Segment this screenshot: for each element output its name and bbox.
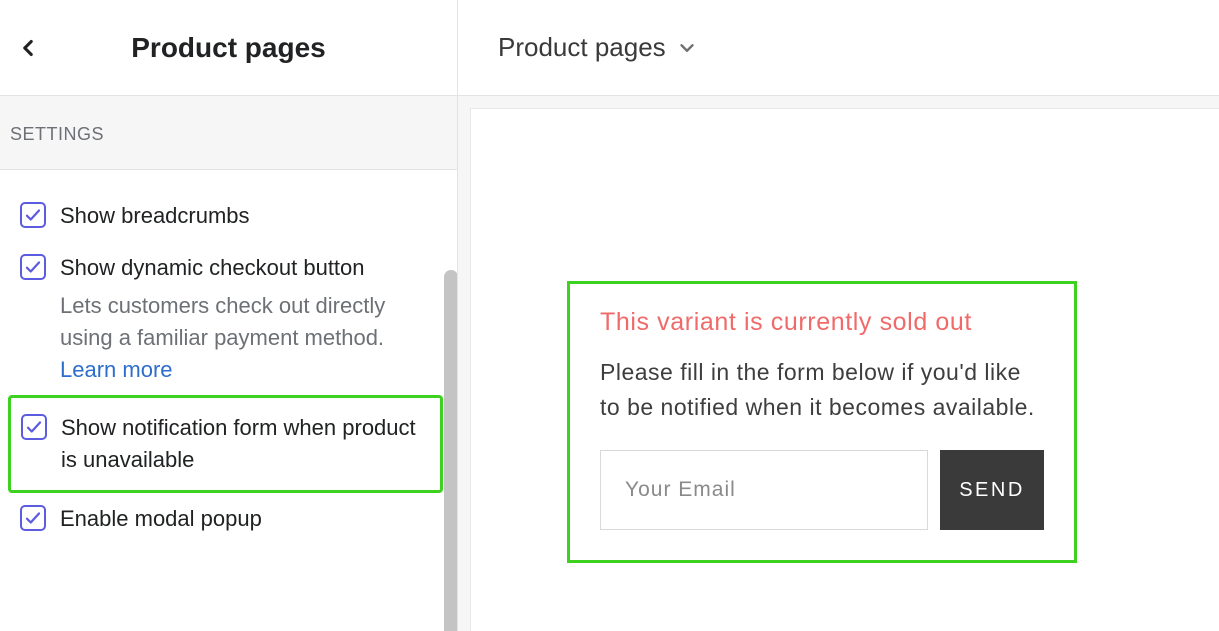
- setting-show-breadcrumbs[interactable]: Show breadcrumbs: [18, 190, 447, 242]
- chevron-left-icon: [15, 35, 41, 61]
- settings-section-label: SETTINGS: [0, 96, 457, 170]
- template-dropdown[interactable]: Product pages: [498, 32, 698, 63]
- notify-form: SEND: [600, 450, 1044, 530]
- checkbox-icon[interactable]: [21, 414, 47, 440]
- notify-email-input[interactable]: [600, 450, 928, 530]
- setting-label: Show notification form when product is u…: [61, 412, 438, 476]
- setting-description: Lets customers check out directly using …: [60, 290, 437, 386]
- preview-body: This variant is currently sold out Pleas…: [458, 96, 1219, 631]
- app-root: Product pages SETTINGS Show breadcrumbs …: [0, 0, 1219, 631]
- setting-label: Enable modal popup: [60, 503, 443, 535]
- setting-dynamic-checkout[interactable]: Show dynamic checkout button Lets custom…: [18, 242, 447, 396]
- chevron-down-icon: [676, 37, 698, 59]
- sidebar-title: Product pages: [48, 32, 449, 64]
- setting-label: Show dynamic checkout button: [60, 252, 437, 284]
- preview-header: Product pages: [458, 0, 1219, 96]
- setting-label: Show breadcrumbs: [60, 200, 443, 232]
- checkbox-icon[interactable]: [20, 254, 46, 280]
- checkbox-icon[interactable]: [20, 505, 46, 531]
- settings-sidebar: Product pages SETTINGS Show breadcrumbs …: [0, 0, 458, 631]
- preview-pane: Product pages This variant is currently …: [458, 0, 1219, 631]
- learn-more-link[interactable]: Learn more: [60, 357, 173, 382]
- sidebar-header: Product pages: [0, 0, 457, 96]
- settings-list: Show breadcrumbs Show dynamic checkout b…: [0, 170, 457, 631]
- preview-canvas: This variant is currently sold out Pleas…: [470, 108, 1219, 631]
- sold-out-body-text: Please fill in the form below if you'd l…: [600, 355, 1044, 424]
- back-button[interactable]: [8, 28, 48, 68]
- notify-send-button[interactable]: SEND: [940, 450, 1044, 530]
- setting-description-text: Lets customers check out directly using …: [60, 293, 385, 350]
- sidebar-scrollbar[interactable]: [444, 270, 457, 631]
- checkbox-icon[interactable]: [20, 202, 46, 228]
- sold-out-notify-box: This variant is currently sold out Pleas…: [567, 281, 1077, 563]
- template-dropdown-label: Product pages: [498, 32, 666, 63]
- sold-out-heading: This variant is currently sold out: [600, 308, 1044, 337]
- setting-notification-form[interactable]: Show notification form when product is u…: [8, 395, 443, 493]
- setting-enable-modal[interactable]: Enable modal popup: [18, 493, 447, 545]
- setting-label-block: Show dynamic checkout button Lets custom…: [60, 252, 443, 386]
